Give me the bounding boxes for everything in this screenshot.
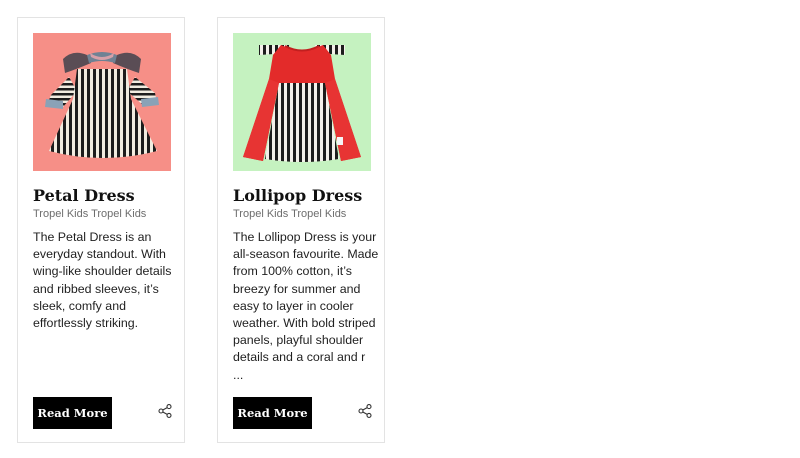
share-icon[interactable]	[158, 404, 174, 420]
product-description: The Lollipop Dress is your all-season fa…	[233, 229, 379, 384]
product-description: The Petal Dress is an everyday standout.…	[33, 229, 179, 332]
product-description-text: The Lollipop Dress is your all-season fa…	[233, 230, 379, 382]
product-description-text: The Petal Dress is an everyday standout.…	[33, 230, 172, 331]
product-brand: Tropel Kids Tropel Kids	[33, 208, 147, 220]
read-more-button[interactable]: Read More	[33, 397, 112, 429]
product-image-petal-dress[interactable]	[33, 33, 171, 171]
share-icon[interactable]	[358, 404, 374, 420]
product-title[interactable]: Petal Dress	[33, 186, 135, 205]
read-more-button[interactable]: Read More	[233, 397, 312, 429]
product-card-lollipop-dress: Lollipop Dress Tropel Kids Tropel Kids T…	[217, 17, 385, 443]
product-title[interactable]: Lollipop Dress	[233, 186, 362, 205]
product-image-lollipop-dress[interactable]	[233, 33, 371, 171]
product-brand: Tropel Kids Tropel Kids	[233, 208, 347, 220]
product-card-petal-dress: Petal Dress Tropel Kids Tropel Kids The …	[17, 17, 185, 443]
